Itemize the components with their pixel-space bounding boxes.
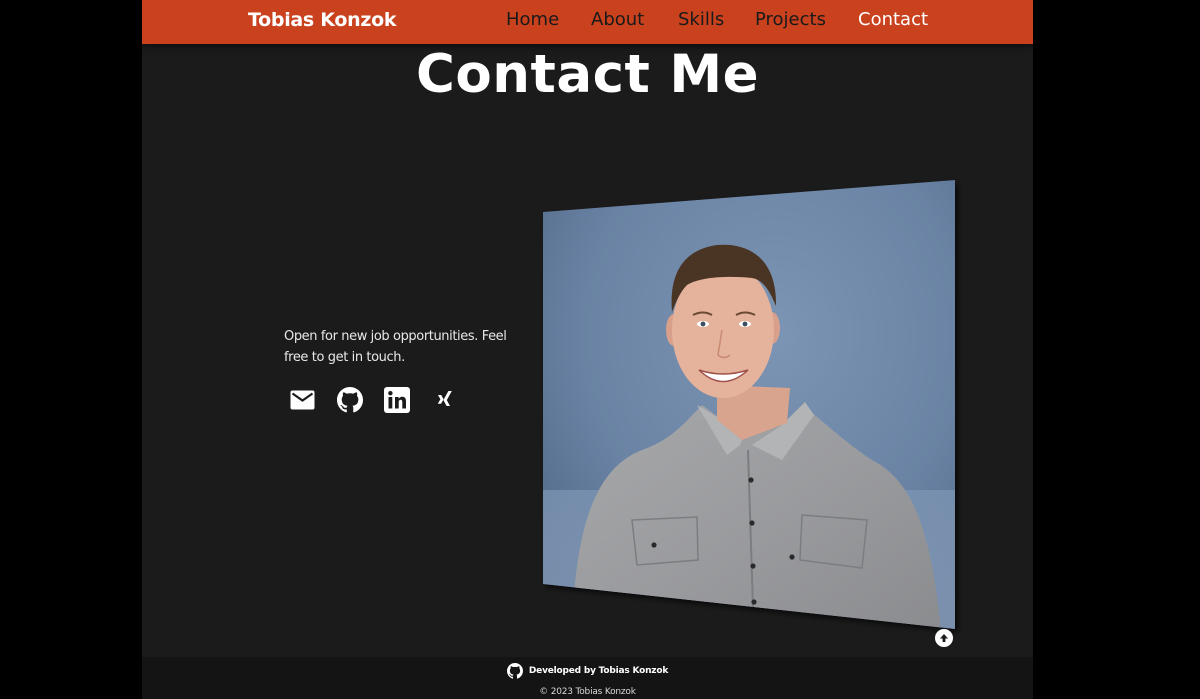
page: Tobias Konzok Home About Skills Projects…: [142, 0, 1033, 699]
footer-developed-text: Developed by Tobias Konzok: [528, 666, 669, 676]
scroll-to-top-button[interactable]: [935, 629, 953, 647]
footer-developed: Developed by Tobias Konzok: [142, 663, 1033, 679]
linkedin-icon: [384, 387, 410, 413]
email-link[interactable]: [288, 386, 316, 414]
footer-copyright: © 2023 Tobias Konzok: [539, 687, 636, 697]
github-icon[interactable]: [506, 663, 523, 679]
github-icon: [337, 387, 363, 413]
nav-projects[interactable]: Projects: [755, 9, 826, 30]
nav-skills[interactable]: Skills: [678, 9, 724, 30]
xing-icon: [437, 391, 452, 406]
nav-about[interactable]: About: [591, 9, 644, 30]
github-link[interactable]: [336, 386, 364, 414]
mail-icon: [290, 390, 314, 410]
brand-logo[interactable]: Tobias Konzok: [248, 9, 396, 31]
page-title: Contact Me: [415, 44, 760, 105]
linkedin-link[interactable]: [383, 386, 411, 414]
xing-link[interactable]: [431, 386, 459, 414]
nav-home[interactable]: Home: [506, 9, 559, 30]
contact-description: Open for new job opportunities. Feel fre…: [284, 329, 507, 365]
navbar: Tobias Konzok Home About Skills Projects…: [142, 0, 1033, 44]
footer: Developed by Tobias Konzok © 2023 Tobias…: [142, 657, 1033, 699]
nav-contact[interactable]: Contact: [858, 9, 928, 30]
arrow-up-icon: [940, 634, 948, 642]
